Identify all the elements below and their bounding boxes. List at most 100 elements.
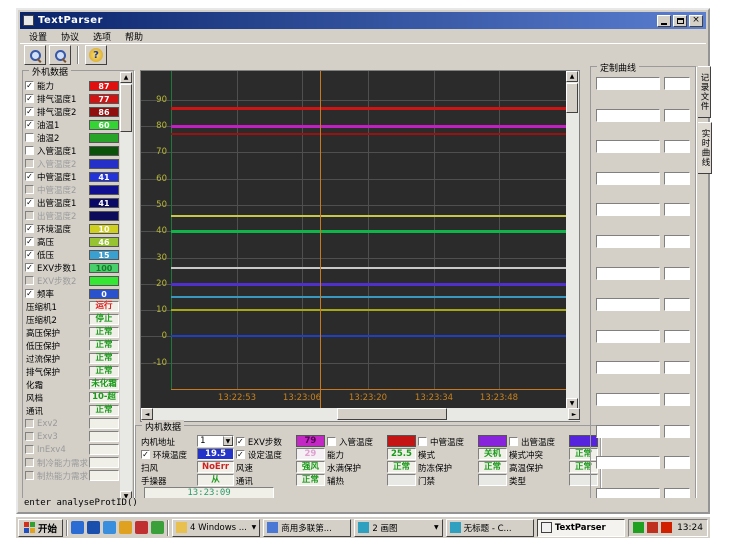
- curve-name-field[interactable]: [596, 330, 660, 343]
- chart-vertical-scrollbar[interactable]: ▲ ▼: [566, 71, 579, 409]
- menu-item-1[interactable]: 设置: [23, 29, 53, 44]
- checkbox[interactable]: ✓: [25, 81, 34, 90]
- checkbox[interactable]: ✓: [25, 120, 34, 129]
- curve-value-field[interactable]: [664, 456, 690, 469]
- curve-name-field[interactable]: [596, 77, 660, 90]
- curve-name-field[interactable]: [596, 298, 660, 311]
- titlebar[interactable]: TextParser ×: [20, 12, 706, 29]
- scroll-thumb[interactable]: [120, 84, 132, 132]
- duplex-icon[interactable]: [647, 522, 658, 533]
- close-button[interactable]: ×: [689, 15, 703, 27]
- checkbox[interactable]: ✓: [236, 437, 245, 446]
- browser-icon[interactable]: [87, 521, 100, 534]
- status-green-icon[interactable]: [633, 522, 644, 533]
- curve-name-field[interactable]: [596, 361, 660, 374]
- scroll-up-icon[interactable]: ▲: [120, 72, 132, 83]
- curve-value-field[interactable]: [664, 109, 690, 122]
- checkbox[interactable]: ✓: [25, 94, 34, 103]
- checkbox[interactable]: ✓: [25, 107, 34, 116]
- taskbar-button[interactable]: 无标题 - C...: [446, 519, 534, 537]
- mail-icon[interactable]: [119, 521, 132, 534]
- curve-value-field[interactable]: [664, 203, 690, 216]
- curve-value-field[interactable]: [664, 172, 690, 185]
- curve-name-field[interactable]: [596, 425, 660, 438]
- taskbar-button[interactable]: 商用多联第...: [263, 519, 351, 537]
- taskbar-button[interactable]: 4 Windows ...▼: [172, 519, 260, 537]
- checkbox[interactable]: ✓: [25, 224, 34, 233]
- curve-name-field[interactable]: [596, 140, 660, 153]
- curve-name-field[interactable]: [596, 172, 660, 185]
- curve-name-field[interactable]: [596, 267, 660, 280]
- taskbar-button[interactable]: TextParser: [537, 519, 625, 537]
- checkbox[interactable]: [25, 419, 34, 428]
- chart-horizontal-scrollbar[interactable]: ◄ ►: [141, 408, 580, 421]
- ie-icon[interactable]: [71, 521, 84, 534]
- taskbar-button[interactable]: 2 画图▼: [354, 519, 442, 537]
- checkbox[interactable]: [25, 146, 34, 155]
- scroll-thumb[interactable]: [337, 408, 447, 420]
- chevron-down-icon[interactable]: ▼: [434, 524, 439, 531]
- scroll-right-icon[interactable]: ►: [568, 408, 580, 420]
- outdoor-scrollbar[interactable]: ▲ ▼: [120, 72, 132, 502]
- lock-icon[interactable]: [135, 521, 148, 534]
- checkbox[interactable]: ✓: [25, 250, 34, 259]
- checkbox[interactable]: ✓: [25, 237, 34, 246]
- chevron-down-icon[interactable]: ▼: [252, 524, 257, 531]
- curve-value-field[interactable]: [664, 77, 690, 90]
- checkbox[interactable]: [25, 445, 34, 454]
- checkbox[interactable]: [25, 185, 34, 194]
- checkbox[interactable]: [327, 437, 336, 446]
- checkbox[interactable]: ✓: [25, 289, 34, 298]
- media-player-icon[interactable]: [103, 521, 116, 534]
- restore-button[interactable]: [673, 15, 687, 27]
- checkbox[interactable]: [509, 437, 518, 446]
- checkbox[interactable]: [25, 471, 34, 480]
- curve-name-field[interactable]: [596, 456, 660, 469]
- checkbox[interactable]: ✓: [141, 450, 150, 459]
- tab-record-file[interactable]: 记录文件: [698, 66, 711, 118]
- curve-value-field[interactable]: [664, 361, 690, 374]
- menu-item-4[interactable]: 帮助: [119, 29, 149, 44]
- curve-value-field[interactable]: [664, 140, 690, 153]
- indoor-label: 水满保护: [327, 461, 385, 474]
- curve-value-field[interactable]: [664, 330, 690, 343]
- tab-realtime-curve[interactable]: 实时曲线: [698, 122, 712, 174]
- zoom-in-button[interactable]: [49, 45, 71, 65]
- checkbox[interactable]: ✓: [236, 450, 245, 459]
- scroll-up-icon[interactable]: ▲: [566, 71, 578, 82]
- checkbox[interactable]: [25, 211, 34, 220]
- help-button[interactable]: ?: [85, 45, 107, 65]
- chart-plot[interactable]: 9080706050403020100-1013:22:5313:23:0613…: [141, 71, 567, 409]
- scroll-left-icon[interactable]: ◄: [141, 408, 153, 420]
- curve-value-field[interactable]: [664, 235, 690, 248]
- menu-item-2[interactable]: 协议: [55, 29, 85, 44]
- curve-value-field[interactable]: [664, 425, 690, 438]
- start-button[interactable]: 开始: [18, 519, 63, 537]
- chevron-down-icon[interactable]: ▼: [223, 436, 233, 446]
- curve-name-field[interactable]: [596, 203, 660, 216]
- zoom-out-button[interactable]: [24, 45, 46, 65]
- curve-value-field[interactable]: [664, 298, 690, 311]
- curve-name-field[interactable]: [596, 235, 660, 248]
- scroll-thumb[interactable]: [566, 83, 578, 113]
- checkbox[interactable]: [25, 133, 34, 142]
- checkbox[interactable]: ✓: [25, 263, 34, 272]
- checkbox[interactable]: [25, 276, 34, 285]
- curve-value-field[interactable]: [664, 267, 690, 280]
- checkbox[interactable]: ✓: [25, 172, 34, 181]
- checkbox[interactable]: [25, 159, 34, 168]
- checkbox[interactable]: [418, 437, 427, 446]
- power-icon[interactable]: [661, 522, 672, 533]
- menu-item-3[interactable]: 选项: [87, 29, 117, 44]
- outdoor-item: 高压保护正常: [25, 326, 119, 339]
- indoor-values-col: 关机正常: [478, 435, 507, 487]
- curve-value-field[interactable]: [664, 393, 690, 406]
- antivirus-icon[interactable]: [151, 521, 164, 534]
- checkbox[interactable]: [25, 458, 34, 467]
- curve-name-field[interactable]: [596, 109, 660, 122]
- curve-name-field[interactable]: [596, 393, 660, 406]
- checkbox[interactable]: [25, 432, 34, 441]
- minimize-button[interactable]: [657, 15, 671, 27]
- indoor-address-dropdown[interactable]: 1▼: [197, 435, 234, 447]
- checkbox[interactable]: ✓: [25, 198, 34, 207]
